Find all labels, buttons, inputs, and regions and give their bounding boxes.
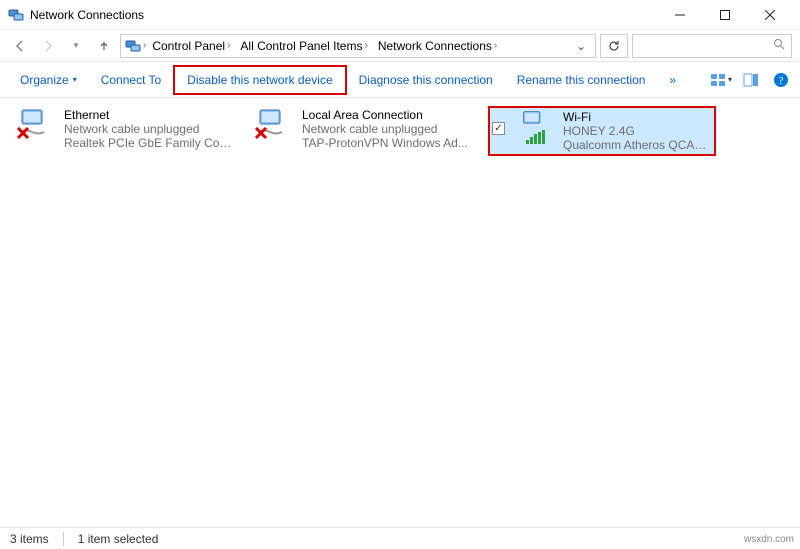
connection-device: Realtek PCIe GbE Family Cont... [64, 136, 236, 150]
titlebar: Network Connections [0, 0, 800, 30]
connection-device: Qualcomm Atheros QCA9377... [563, 138, 712, 152]
address-bar: ▾ › Control Panel › All Control Panel It… [0, 30, 800, 62]
refresh-button[interactable] [600, 34, 628, 58]
chevron-down-icon: ▾ [73, 75, 77, 84]
disable-device-button[interactable]: Disable this network device [173, 65, 346, 95]
chevron-right-icon[interactable]: › [364, 40, 367, 51]
connection-item-local-area[interactable]: Local Area Connection Network cable unpl… [250, 106, 476, 152]
forward-button[interactable] [36, 34, 60, 58]
up-button[interactable] [92, 34, 116, 58]
status-bar: 3 items 1 item selected [0, 527, 800, 549]
recent-locations-button[interactable]: ▾ [64, 34, 88, 58]
item-count: 3 items [10, 532, 49, 546]
window-title-area: Network Connections [8, 7, 657, 23]
view-options-button[interactable]: ▾ [710, 69, 732, 91]
diagnose-button[interactable]: Diagnose this connection [347, 67, 505, 93]
chevron-right-icon[interactable]: › [227, 40, 230, 51]
breadcrumb-segment[interactable]: All Control Panel Items › [236, 39, 371, 53]
breadcrumb-segment[interactable]: Network Connections › [374, 39, 501, 53]
minimize-button[interactable] [657, 0, 702, 30]
search-icon [773, 38, 785, 53]
connection-icon [513, 110, 557, 144]
network-connections-icon [8, 7, 24, 23]
connection-icon [252, 108, 296, 140]
close-button[interactable] [747, 0, 792, 30]
window-title: Network Connections [30, 8, 144, 22]
connect-to-button[interactable]: Connect To [89, 67, 174, 93]
connection-status: Network cable unplugged [302, 122, 474, 136]
command-bar: Organize ▾ Connect To Disable this netwo… [0, 62, 800, 98]
overflow-button[interactable]: » [657, 67, 688, 93]
chevron-right-icon[interactable]: › [143, 40, 146, 51]
selection-checkbox[interactable]: ✓ [492, 122, 505, 135]
connection-icon [14, 108, 58, 140]
svg-text:?: ? [779, 75, 784, 87]
connection-device: TAP-ProtonVPN Windows Ad... [302, 136, 474, 150]
watermark: wsxdn.com [744, 534, 794, 545]
breadcrumb[interactable]: › Control Panel › All Control Panel Item… [120, 34, 596, 58]
rename-button[interactable]: Rename this connection [505, 67, 658, 93]
connection-name: Local Area Connection [302, 108, 474, 122]
search-input[interactable] [632, 34, 792, 58]
chevron-down-icon: ▾ [728, 75, 732, 84]
organize-button[interactable]: Organize ▾ [8, 67, 89, 93]
address-dropdown-button[interactable]: ⌄ [571, 39, 591, 53]
connection-network: HONEY 2.4G [563, 124, 712, 138]
preview-pane-button[interactable] [740, 69, 762, 91]
selection-count: 1 item selected [78, 532, 159, 546]
connection-name: Wi-Fi [563, 110, 712, 124]
maximize-button[interactable] [702, 0, 747, 30]
connection-name: Ethernet [64, 108, 236, 122]
control-panel-icon [125, 38, 141, 54]
wifi-signal-icon [526, 130, 545, 144]
chevron-right-icon[interactable]: › [494, 40, 497, 51]
back-button[interactable] [8, 34, 32, 58]
connection-item-wifi[interactable]: ✓ Wi-Fi HONEY 2.4G Qualcomm Atheros QCA9… [488, 106, 716, 156]
breadcrumb-segment[interactable]: Control Panel › [148, 39, 234, 53]
content-area: Ethernet Network cable unplugged Realtek… [0, 98, 800, 164]
help-button[interactable]: ? [770, 69, 792, 91]
connection-status: Network cable unplugged [64, 122, 236, 136]
view-controls: ▾ ? [710, 69, 792, 91]
window-controls [657, 0, 792, 30]
connection-item-ethernet[interactable]: Ethernet Network cable unplugged Realtek… [12, 106, 238, 152]
